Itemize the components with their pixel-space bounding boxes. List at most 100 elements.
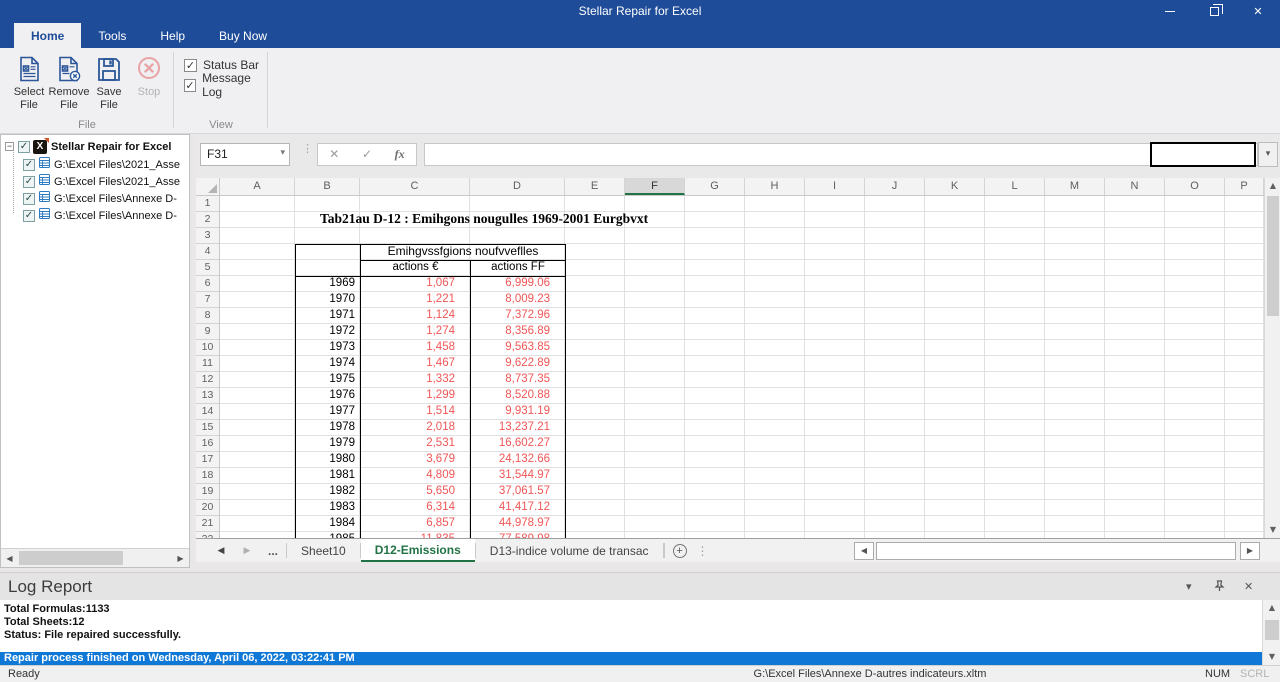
grid-cell-M21[interactable] xyxy=(1045,516,1105,532)
grid-cell-F12[interactable] xyxy=(625,372,685,388)
grid-cell-K18[interactable] xyxy=(925,468,985,484)
tab-buy-now[interactable]: Buy Now xyxy=(202,23,284,48)
grid-cell-C18[interactable]: 4,809 xyxy=(360,468,470,484)
scrollbar-thumb[interactable] xyxy=(19,551,123,565)
grid-cell-L17[interactable] xyxy=(985,452,1045,468)
log-vertical-scrollbar[interactable]: ▲ ▼ xyxy=(1262,600,1280,665)
grid-cell-A6[interactable] xyxy=(220,276,295,292)
grid-horizontal-scrollbar[interactable]: ◀ ▶ xyxy=(854,542,1262,560)
grid-cell-O11[interactable] xyxy=(1165,356,1225,372)
row-header-19[interactable]: 19 xyxy=(196,484,220,500)
grid-cell-P3[interactable] xyxy=(1225,228,1264,244)
checkbox-checked-icon[interactable]: ✓ xyxy=(23,210,35,222)
grid-cell-G1[interactable] xyxy=(685,196,745,212)
grid-cell-P10[interactable] xyxy=(1225,340,1264,356)
grid-cell-N2[interactable] xyxy=(1105,212,1165,228)
grid-cell-A20[interactable] xyxy=(220,500,295,516)
grid-cell-I15[interactable] xyxy=(805,420,865,436)
grid-cell-D12[interactable]: 8,737.35 xyxy=(470,372,565,388)
grid-cell-K16[interactable] xyxy=(925,436,985,452)
grid-cell-E5[interactable] xyxy=(565,260,625,276)
grid-cell-A16[interactable] xyxy=(220,436,295,452)
grid-cell-L14[interactable] xyxy=(985,404,1045,420)
column-header-G[interactable]: G xyxy=(685,178,745,195)
grid-cell-I13[interactable] xyxy=(805,388,865,404)
grid-cell-O15[interactable] xyxy=(1165,420,1225,436)
grid-cell-N16[interactable] xyxy=(1105,436,1165,452)
grid-cell-J8[interactable] xyxy=(865,308,925,324)
grid-cell-C1[interactable] xyxy=(360,196,470,212)
grid-cell-B2[interactable] xyxy=(295,212,360,228)
row-header-12[interactable]: 12 xyxy=(196,372,220,388)
grid-cell-C13[interactable]: 1,299 xyxy=(360,388,470,404)
grid-cell-D9[interactable]: 8,356.89 xyxy=(470,324,565,340)
grid-cell-J7[interactable] xyxy=(865,292,925,308)
grid-cell-A15[interactable] xyxy=(220,420,295,436)
grid-cell-A1[interactable] xyxy=(220,196,295,212)
grid-cell-P8[interactable] xyxy=(1225,308,1264,324)
grid-cell-E14[interactable] xyxy=(565,404,625,420)
row-header-7[interactable]: 7 xyxy=(196,292,220,308)
grid-cell-M10[interactable] xyxy=(1045,340,1105,356)
column-header-I[interactable]: I xyxy=(805,178,865,195)
grid-cell-I3[interactable] xyxy=(805,228,865,244)
grid-cell-C8[interactable]: 1,124 xyxy=(360,308,470,324)
grid-cell-K8[interactable] xyxy=(925,308,985,324)
grid-cell-D14[interactable]: 9,931.19 xyxy=(470,404,565,420)
grid-cell-B7[interactable]: 1970 xyxy=(295,292,360,308)
select-all-corner[interactable] xyxy=(196,178,220,195)
grid-cell-G4[interactable] xyxy=(685,244,745,260)
grid-cell-M12[interactable] xyxy=(1045,372,1105,388)
grid-cell-N14[interactable] xyxy=(1105,404,1165,420)
grid-cell-K21[interactable] xyxy=(925,516,985,532)
grid-cell-G15[interactable] xyxy=(685,420,745,436)
grid-cell-P13[interactable] xyxy=(1225,388,1264,404)
grid-cell-I1[interactable] xyxy=(805,196,865,212)
grid-cell-G14[interactable] xyxy=(685,404,745,420)
grid-cell-J12[interactable] xyxy=(865,372,925,388)
grid-cell-D18[interactable]: 31,544.97 xyxy=(470,468,565,484)
grid-cell-J5[interactable] xyxy=(865,260,925,276)
grid-cell-B17[interactable]: 1980 xyxy=(295,452,360,468)
grid-cell-H15[interactable] xyxy=(745,420,805,436)
grid-cell-E20[interactable] xyxy=(565,500,625,516)
row-header-2[interactable]: 2 xyxy=(196,212,220,228)
grid-cell-N18[interactable] xyxy=(1105,468,1165,484)
scroll-right-icon[interactable]: ▶ xyxy=(172,549,189,567)
grid-cell-G3[interactable] xyxy=(685,228,745,244)
grid-cell-M14[interactable] xyxy=(1045,404,1105,420)
grid-cell-B14[interactable]: 1977 xyxy=(295,404,360,420)
grid-cell-P18[interactable] xyxy=(1225,468,1264,484)
grid-cell-E13[interactable] xyxy=(565,388,625,404)
tree-file-item[interactable]: ✓G:\Excel Files\2021_Asse xyxy=(1,156,189,173)
grid-cell-N3[interactable] xyxy=(1105,228,1165,244)
grid-cell-I7[interactable] xyxy=(805,292,865,308)
grid-cell-D20[interactable]: 41,417.12 xyxy=(470,500,565,516)
sheet-nav-right-icon[interactable]: ▶ xyxy=(234,539,260,562)
grid-cell-P19[interactable] xyxy=(1225,484,1264,500)
grid-cell-B10[interactable]: 1973 xyxy=(295,340,360,356)
checkbox-checked-icon[interactable]: ✓ xyxy=(18,141,30,153)
grid-cell-I19[interactable] xyxy=(805,484,865,500)
grid-cell-E16[interactable] xyxy=(565,436,625,452)
grid-cell-F15[interactable] xyxy=(625,420,685,436)
grid-cell-C19[interactable]: 5,650 xyxy=(360,484,470,500)
grid-cell-G19[interactable] xyxy=(685,484,745,500)
grid-cell-M2[interactable] xyxy=(1045,212,1105,228)
grid-cell-K6[interactable] xyxy=(925,276,985,292)
grid-cell-P20[interactable] xyxy=(1225,500,1264,516)
grid-cell-N9[interactable] xyxy=(1105,324,1165,340)
grid-cell-N17[interactable] xyxy=(1105,452,1165,468)
grid-cell-N7[interactable] xyxy=(1105,292,1165,308)
sheet-tab-d12-emissions[interactable]: D12-Emissions xyxy=(361,539,475,562)
grid-cell-H19[interactable] xyxy=(745,484,805,500)
column-header-K[interactable]: K xyxy=(925,178,985,195)
grid-cell-F10[interactable] xyxy=(625,340,685,356)
grid-cell-L3[interactable] xyxy=(985,228,1045,244)
grid-cell-H11[interactable] xyxy=(745,356,805,372)
cancel-icon[interactable]: ✕ xyxy=(318,144,351,165)
grid-cell-L21[interactable] xyxy=(985,516,1045,532)
grid-cell-D21[interactable]: 44,978.97 xyxy=(470,516,565,532)
grid-cell-N4[interactable] xyxy=(1105,244,1165,260)
insert-function-icon[interactable]: fx xyxy=(383,144,416,165)
